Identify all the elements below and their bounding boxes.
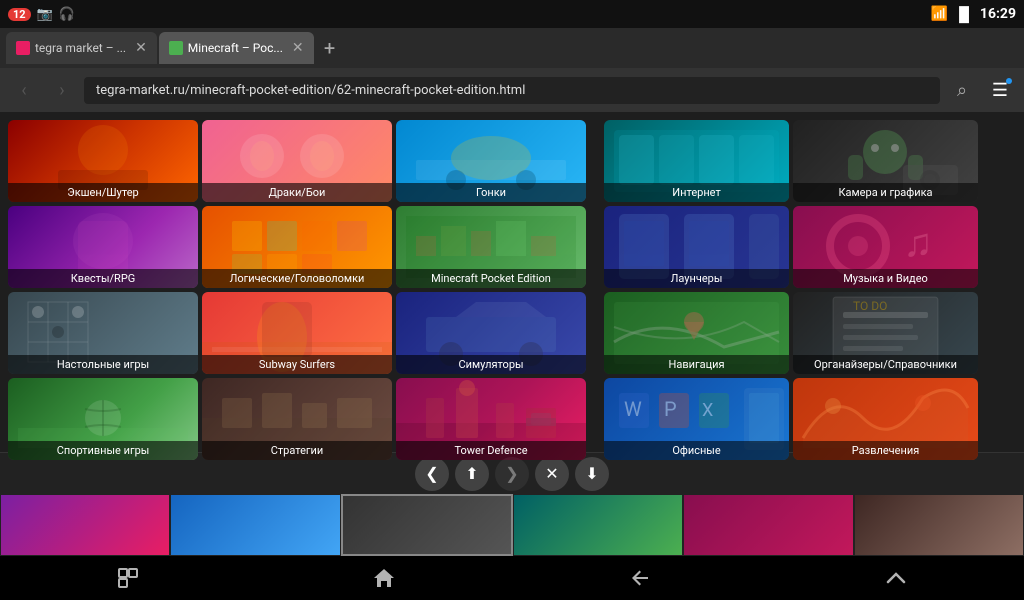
app-cell-nav[interactable]: Навигация [604,292,789,374]
nav-download-circle[interactable]: ⬇ [575,457,609,491]
game-label-sport: Спортивные игры [8,441,198,460]
up-button[interactable] [866,556,926,600]
svg-text:W: W [624,397,642,421]
game-cell-race[interactable]: Гонки [396,120,586,202]
app-cell-camera[interactable]: Камера и графика [793,120,978,202]
headphones-icon: 🎧 [59,7,75,22]
game-cell-fight[interactable]: Драки/Бои [202,120,392,202]
game-label-action: Экшен/Шутер [8,183,198,202]
signal-icon: ▐▌ [954,6,974,23]
tab1-close[interactable]: ✕ [135,40,147,56]
tab-2[interactable]: Minecraft – Poc... ✕ [159,32,314,64]
svg-text:P: P [664,397,677,421]
thumb-3[interactable] [341,494,513,556]
game-cell-board[interactable]: Настольные игры [8,292,198,374]
search-button[interactable]: ⌕ [946,74,978,106]
screenshot-icon: 📷 [37,7,53,22]
tab1-favicon [16,41,30,55]
menu-notification-dot [1006,78,1012,84]
game-label-race: Гонки [396,183,586,202]
system-bar [0,556,1024,600]
thumb-2[interactable] [170,494,340,556]
app-label-launcher: Лаунчеры [604,269,789,288]
game-label-sim: Симуляторы [396,355,586,374]
thumb-5[interactable] [683,494,853,556]
thumb-6[interactable] [854,494,1024,556]
game-label-subway: Subway Surfers [202,355,392,374]
app-cell-office[interactable]: W P X Офисные [604,378,789,460]
tab2-favicon [169,41,183,55]
game-cell-minecraft[interactable]: Minecraft Pocket Edition [396,206,586,288]
game-cell-subway[interactable]: Subway Surfers [202,292,392,374]
back-button[interactable] [610,556,670,600]
tab2-close[interactable]: ✕ [292,40,304,56]
tab-bar: tegra market – ... ✕ Minecraft – Poc... … [0,28,1024,68]
svg-text:X: X [702,400,713,421]
address-bar: ‹ › tegra-market.ru/minecraft-pocket-edi… [0,68,1024,112]
game-cell-sim[interactable]: Симуляторы [396,292,586,374]
grid-divider [586,120,604,444]
url-text: tegra-market.ru/minecraft-pocket-edition… [96,83,525,98]
app-cell-entertainment[interactable]: Развлечения [793,378,978,460]
app-label-camera: Камера и графика [793,183,978,202]
tab1-label: tegra market – ... [35,41,126,55]
game-cell-tower[interactable]: Tower Defence [396,378,586,460]
game-label-puzzle: Логические/Головоломки [202,269,392,288]
game-label-rpg: Квесты/RPG [8,269,198,288]
tab-1[interactable]: tegra market – ... ✕ [6,32,157,64]
game-label-minecraft: Minecraft Pocket Edition [396,269,586,288]
svg-text:♫: ♫ [903,219,933,266]
game-label-fight: Драки/Бои [202,183,392,202]
game-label-board: Настольные игры [8,355,198,374]
thumb-4[interactable] [513,494,683,556]
thumbnail-strip [0,494,1024,556]
recent-apps-button[interactable] [98,556,158,600]
apps-grid: Интернет Камера и графика [604,120,978,444]
game-label-tower: Tower Defence [396,441,586,460]
tab2-label: Minecraft – Poc... [188,41,283,55]
app-label-organizer: Органайзеры/Справочники [793,355,978,374]
wifi-icon: 📶 [931,6,948,22]
app-label-entertainment: Развлечения [793,441,978,460]
app-cell-media[interactable]: ♫ Музыка и Видео [793,206,978,288]
app-label-nav: Навигация [604,355,789,374]
game-cell-rpg[interactable]: Квесты/RPG [8,206,198,288]
games-grid: Экшен/Шутер Драки/Бои Гонки [8,120,586,444]
app-cell-internet[interactable]: Интернет [604,120,789,202]
svg-text:TO DO: TO DO [853,299,887,313]
nav-close-circle[interactable]: ✕ [535,457,569,491]
app-label-internet: Интернет [604,183,789,202]
thumb-1[interactable] [0,494,170,556]
game-cell-puzzle[interactable]: Логические/Головоломки [202,206,392,288]
nav-up-circle[interactable]: ⬆ [455,457,489,491]
app-cell-organizer[interactable]: TO DO Органайзеры/Справочники [793,292,978,374]
app-cell-launcher[interactable]: Лаунчеры [604,206,789,288]
main-content: Экшен/Шутер Драки/Бои Гонки [0,112,1024,452]
notification-badge: 12 [8,8,31,21]
time-display: 16:29 [980,6,1016,22]
status-bar: 12 📷 🎧 📶 ▐▌ 16:29 [0,0,1024,28]
game-cell-action[interactable]: Экшен/Шутер [8,120,198,202]
forward-button[interactable]: › [46,74,78,106]
game-cell-sport[interactable]: Спортивные игры [8,378,198,460]
menu-button[interactable]: ☰ [984,74,1016,106]
nav-back-circle[interactable]: ❮ [415,457,449,491]
add-tab-button[interactable]: + [316,34,344,62]
app-label-office: Офисные [604,441,789,460]
game-label-strategy: Стратегии [202,441,392,460]
url-bar[interactable]: tegra-market.ru/minecraft-pocket-edition… [84,77,940,104]
game-cell-strategy[interactable]: Стратегии [202,378,392,460]
back-button[interactable]: ‹ [8,74,40,106]
home-button[interactable] [354,556,414,600]
app-label-media: Музыка и Видео [793,269,978,288]
nav-forward-circle[interactable]: ❯ [495,457,529,491]
